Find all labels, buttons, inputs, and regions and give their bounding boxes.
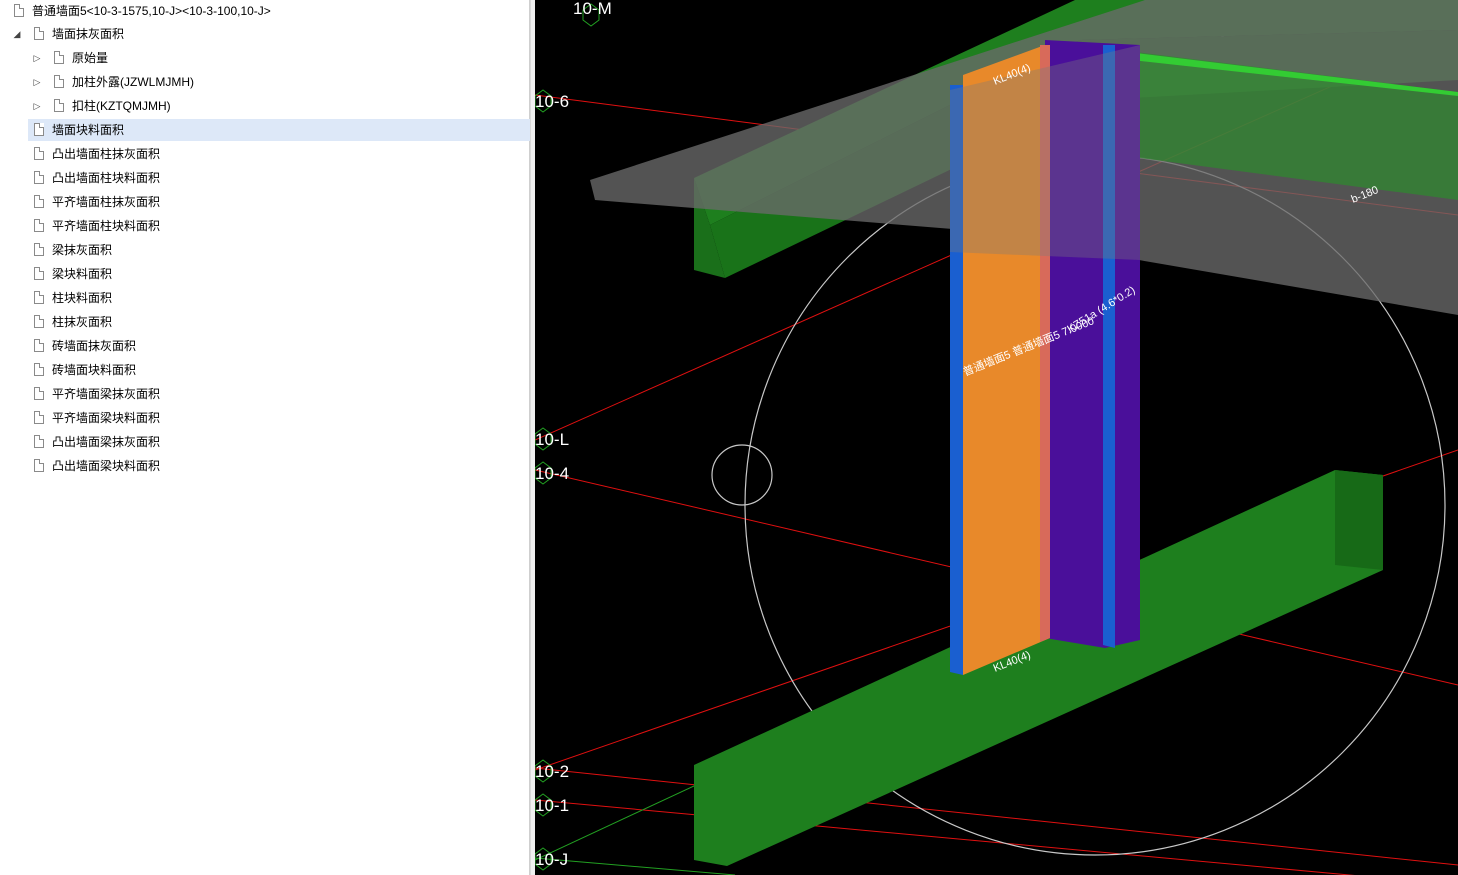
tree-item-label: 凸出墙面梁块料面积 xyxy=(52,459,161,473)
tree-item-label: 柱抹灰面积 xyxy=(52,315,113,329)
tree-item-label: 扣柱(KZTQMJMH) xyxy=(72,99,171,113)
document-icon xyxy=(34,315,44,328)
document-icon xyxy=(34,291,44,304)
tree-item[interactable]: 平齐墙面梁抹灰面积 xyxy=(0,383,530,405)
tree-item-original-quantity[interactable]: ▷ 原始量 xyxy=(0,47,530,69)
tree-item[interactable]: 凸出墙面梁块料面积 xyxy=(0,455,530,477)
expand-triangle-icon[interactable]: ▷ xyxy=(31,47,43,69)
tree-item-deduct-column[interactable]: ▷ 扣柱(KZTQMJMH) xyxy=(0,95,530,117)
tree-root-label: 普通墙面5<10-3-1575,10-J><10-3-100,10-J> xyxy=(32,4,271,18)
document-icon xyxy=(34,387,44,400)
axis-marker-j: 10-J xyxy=(535,847,568,871)
tree-item-label: 凸出墙面梁抹灰面积 xyxy=(52,435,161,449)
axis-label-m: 10-M xyxy=(573,0,612,18)
document-icon xyxy=(34,219,44,232)
tree-item-add-column-exposed[interactable]: ▷ 加柱外露(JZWLMJMH) xyxy=(0,71,530,93)
tree-item[interactable]: 柱抹灰面积 xyxy=(0,311,530,333)
document-icon xyxy=(34,147,44,160)
document-icon xyxy=(34,243,44,256)
3d-viewport[interactable]: 10-M 10-6 10-L 10-4 10-2 10-1 10-J KL40(… xyxy=(535,0,1458,875)
document-icon xyxy=(34,171,44,184)
tree-item-label: 墙面抹灰面积 xyxy=(52,27,125,41)
axis-label-l: 10-L xyxy=(535,430,569,449)
tree-item-label: 原始量 xyxy=(72,51,109,65)
tree-item[interactable]: 梁抹灰面积 xyxy=(0,239,530,261)
tree-item-label: 平齐墙面柱块料面积 xyxy=(52,219,161,233)
axis-marker-l: 10-L xyxy=(535,427,569,451)
quantity-tree-panel: 普通墙面5<10-3-1575,10-J><10-3-100,10-J> ◢ 墙… xyxy=(0,0,530,875)
tree-item[interactable]: 梁块料面积 xyxy=(0,263,530,285)
tree-item[interactable]: 砖墙面块料面积 xyxy=(0,359,530,381)
axis-marker-m: 10-M xyxy=(573,0,612,27)
tree-root[interactable]: 普通墙面5<10-3-1575,10-J><10-3-100,10-J> xyxy=(0,0,530,22)
tree-item-wall-tile-area[interactable]: 墙面块料面积 xyxy=(28,119,530,141)
document-icon xyxy=(14,4,24,17)
tree-item-label: 梁抹灰面积 xyxy=(52,243,113,257)
tree-item-label: 平齐墙面梁块料面积 xyxy=(52,411,161,425)
tree-item-label: 砖墙面抹灰面积 xyxy=(52,339,137,353)
axis-label-1: 10-1 xyxy=(535,796,569,815)
axis-label-4: 10-4 xyxy=(535,464,569,483)
document-icon xyxy=(54,51,64,64)
tree-item[interactable]: 平齐墙面梁块料面积 xyxy=(0,407,530,429)
3d-model-canvas[interactable]: 10-M 10-6 10-L 10-4 10-2 10-1 10-J KL40(… xyxy=(535,0,1458,875)
axis-marker-6: 10-6 xyxy=(535,89,569,113)
document-icon xyxy=(34,339,44,352)
tree-item-label: 柱块料面积 xyxy=(52,291,113,305)
tree-item[interactable]: 砖墙面抹灰面积 xyxy=(0,335,530,357)
bottom-beam-end xyxy=(1335,470,1383,570)
tree-item[interactable]: 平齐墙面柱抹灰面积 xyxy=(0,191,530,213)
tree-item-label: 梁块料面积 xyxy=(52,267,113,281)
document-icon xyxy=(54,99,64,112)
tree-item-wall-plaster-area[interactable]: ◢ 墙面抹灰面积 xyxy=(0,23,530,45)
tree-item-label: 凸出墙面柱块料面积 xyxy=(52,171,161,185)
document-icon xyxy=(34,27,44,40)
tree-item[interactable]: 柱块料面积 xyxy=(0,287,530,309)
tree-item-label: 砖墙面块料面积 xyxy=(52,363,137,377)
document-icon xyxy=(34,435,44,448)
tree-item-label: 平齐墙面柱抹灰面积 xyxy=(52,195,161,209)
tree-item-label: 加柱外露(JZWLMJMH) xyxy=(72,75,194,89)
axis-marker-1: 10-1 xyxy=(535,793,569,817)
orbit-handle-left[interactable] xyxy=(711,444,773,506)
document-icon xyxy=(34,123,44,136)
document-icon xyxy=(34,195,44,208)
expand-triangle-icon[interactable]: ▷ xyxy=(31,95,43,117)
tree-item[interactable]: 平齐墙面柱块料面积 xyxy=(0,215,530,237)
tree-item[interactable]: 凸出墙面梁抹灰面积 xyxy=(0,431,530,453)
axis-label-2: 10-2 xyxy=(535,762,569,781)
tree-item-label: 凸出墙面柱抹灰面积 xyxy=(52,147,161,161)
tree-item[interactable]: 凸出墙面柱抹灰面积 xyxy=(0,143,530,165)
collapse-triangle-icon[interactable]: ◢ xyxy=(11,23,23,45)
axis-label-j: 10-J xyxy=(535,850,568,869)
axis-marker-2: 10-2 xyxy=(535,759,569,783)
expand-triangle-icon[interactable]: ▷ xyxy=(31,71,43,93)
document-icon xyxy=(34,267,44,280)
document-icon xyxy=(34,411,44,424)
axis-line-1 xyxy=(535,799,1355,875)
tree-item[interactable]: 凸出墙面柱块料面积 xyxy=(0,167,530,189)
document-icon xyxy=(54,75,64,88)
document-icon xyxy=(34,459,44,472)
axis-line-2 xyxy=(535,767,1458,866)
document-icon xyxy=(34,363,44,376)
tree-item-label: 平齐墙面梁抹灰面积 xyxy=(52,387,161,401)
tree-item-label: 墙面块料面积 xyxy=(52,123,125,137)
axis-label-6: 10-6 xyxy=(535,92,569,111)
axis-marker-4: 10-4 xyxy=(535,461,569,485)
